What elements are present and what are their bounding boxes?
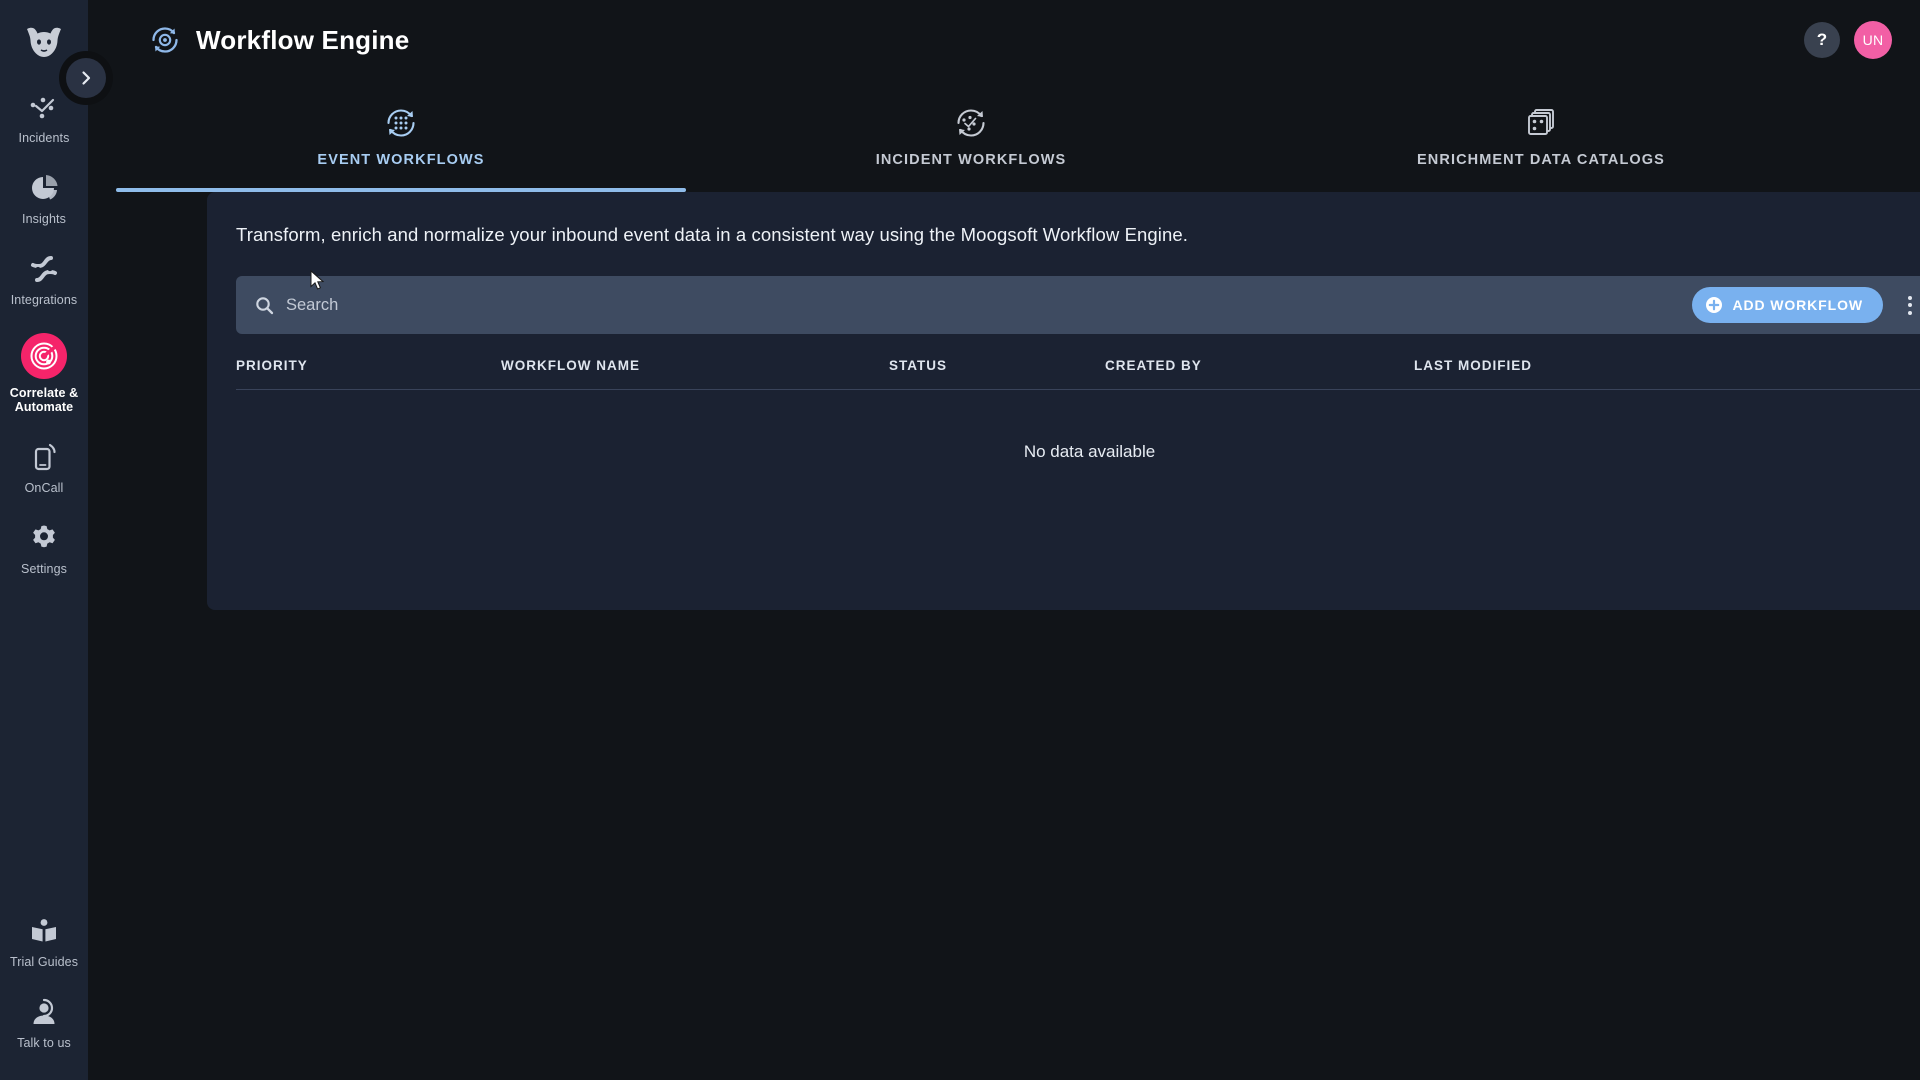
incidents-scatter-icon [27, 90, 61, 124]
sidebar-primary-nav: Incidents Insights Integrations Correlat… [0, 76, 88, 588]
support-agent-icon [27, 995, 61, 1029]
add-workflow-label: ADD WORKFLOW [1732, 297, 1863, 313]
sidebar-secondary-nav: Trial Guides Talk to us [0, 900, 88, 1080]
main-content: Workflow Engine ? UN EVENT WORKFLOWS INC… [88, 0, 1920, 1080]
sidebar-expand-toggle[interactable] [66, 58, 106, 98]
column-header-status[interactable]: STATUS [889, 358, 1105, 373]
workflow-tabs: EVENT WORKFLOWS INCIDENT WORKFLOWS ENRIC… [88, 80, 1920, 192]
sidebar-item-insights[interactable]: Insights [0, 157, 88, 238]
app-root: Incidents Insights Integrations Correlat… [0, 0, 1920, 1080]
sidebar-item-label: Incidents [18, 131, 70, 145]
pie-chart-icon [27, 171, 61, 205]
workflow-cycle-icon [148, 23, 182, 57]
add-workflow-button[interactable]: ADD WORKFLOW [1692, 287, 1883, 323]
search-icon [254, 295, 274, 315]
chevron-right-icon [78, 70, 94, 86]
sidebar-item-label: Correlate & Automate [9, 386, 79, 414]
question-mark-icon: ? [1816, 30, 1828, 49]
sidebar-item-label: Settings [21, 562, 67, 576]
sidebar-item-label: Trial Guides [9, 955, 79, 969]
plus-circle-icon [1705, 296, 1723, 314]
column-header-last-modified[interactable]: LAST MODIFIED [1414, 358, 1714, 373]
event-workflow-grid-cycle-icon [383, 105, 419, 141]
tab-enrichment-data-catalogs[interactable]: ENRICHMENT DATA CATALOGS [1256, 80, 1826, 192]
stacked-cards-icon [1523, 105, 1559, 141]
workflow-panel: Transform, enrich and normalize your inb… [207, 192, 1920, 610]
tab-label: EVENT WORKFLOWS [317, 151, 485, 168]
table-header-row: PRIORITY WORKFLOW NAME STATUS CREATED BY… [236, 358, 1920, 390]
sidebar-item-talk-to-us[interactable]: Talk to us [0, 981, 88, 1062]
workflow-toolbar: ADD WORKFLOW [236, 276, 1920, 334]
sidebar-item-settings[interactable]: Settings [0, 507, 88, 588]
main-sidebar: Incidents Insights Integrations Correlat… [0, 0, 106, 1080]
column-header-priority[interactable]: PRIORITY [236, 358, 501, 373]
header-actions: ? UN [1804, 21, 1892, 59]
sidebar-item-correlate-automate[interactable]: Correlate & Automate [0, 319, 88, 426]
sidebar-item-oncall[interactable]: OnCall [0, 426, 88, 507]
sidebar-item-integrations[interactable]: Integrations [0, 238, 88, 319]
page-title-group: Workflow Engine [148, 23, 409, 57]
column-header-created-by[interactable]: CREATED BY [1105, 358, 1414, 373]
sidebar-item-trial-guides[interactable]: Trial Guides [0, 900, 88, 981]
tab-label: ENRICHMENT DATA CATALOGS [1417, 151, 1665, 168]
page-header: Workflow Engine ? UN [88, 0, 1920, 80]
tab-event-workflows[interactable]: EVENT WORKFLOWS [116, 80, 686, 192]
panel-description: Transform, enrich and normalize your inb… [236, 224, 1189, 245]
sidebar-item-label: Talk to us [17, 1036, 71, 1050]
tab-incident-workflows[interactable]: INCIDENT WORKFLOWS [686, 80, 1256, 192]
gear-icon [27, 521, 61, 555]
sidebar-item-label: OnCall [24, 481, 64, 495]
page-title: Workflow Engine [196, 24, 410, 55]
help-button[interactable]: ? [1804, 22, 1840, 58]
integrations-link-icon [27, 252, 61, 286]
incident-workflow-cycle-icon [953, 105, 989, 141]
sidebar-item-label: Insights [22, 212, 66, 226]
open-book-icon [27, 914, 61, 948]
more-options-button[interactable] [1891, 286, 1920, 324]
tab-label: INCIDENT WORKFLOWS [875, 151, 1067, 168]
workflow-table: PRIORITY WORKFLOW NAME STATUS CREATED BY… [236, 358, 1920, 514]
radar-target-icon [21, 333, 67, 379]
column-header-workflow-name[interactable]: WORKFLOW NAME [501, 358, 889, 373]
sidebar-item-label: Integrations [10, 293, 78, 307]
empty-state-message: No data available [1023, 442, 1156, 461]
avatar[interactable]: UN [1854, 21, 1892, 59]
kebab-vertical-icon [1908, 295, 1912, 315]
mobile-phone-icon [27, 440, 61, 474]
search-input[interactable] [274, 295, 1693, 315]
